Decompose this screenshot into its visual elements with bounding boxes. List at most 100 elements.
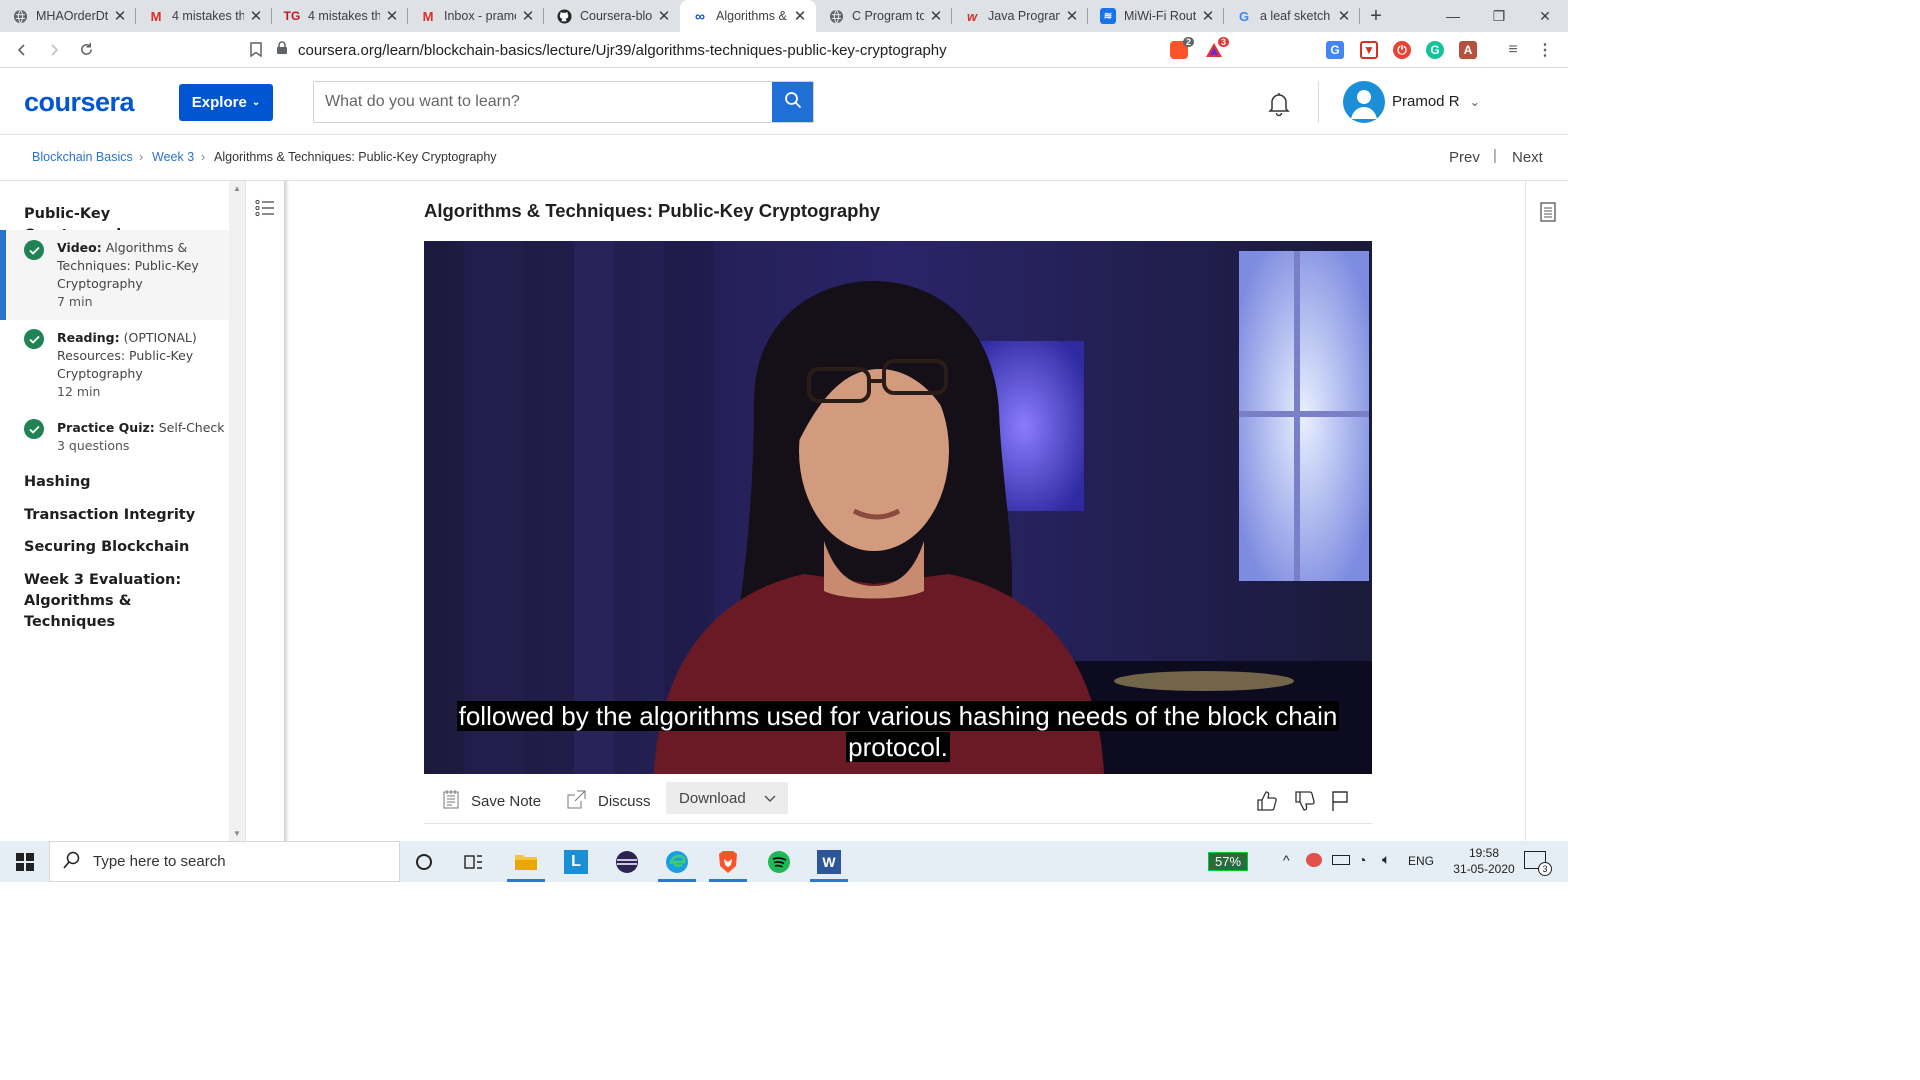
- browser-tab[interactable]: ≋ MiWi-Fi Route ✕: [1088, 0, 1224, 32]
- outline-list-icon[interactable]: [255, 199, 275, 222]
- item-title: Self-Check: [158, 420, 225, 435]
- browser-tab[interactable]: G a leaf sketch - ✕: [1224, 0, 1360, 32]
- next-link[interactable]: Next: [1512, 149, 1543, 166]
- close-window-icon[interactable]: ✕: [1522, 0, 1568, 32]
- browser-tab[interactable]: Coursera-bloc ✕: [544, 0, 680, 32]
- chevron-down-icon: [764, 790, 776, 807]
- forward-icon[interactable]: [38, 34, 70, 66]
- close-tab-icon[interactable]: ✕: [112, 7, 128, 25]
- volume-icon[interactable]: 🔈︎: [1382, 851, 1390, 868]
- brave-icon[interactable]: [705, 841, 751, 882]
- sidebar-section-transaction-integrity[interactable]: Transaction Integrity: [24, 505, 224, 526]
- right-rail: [1525, 181, 1568, 841]
- reload-icon[interactable]: [70, 34, 102, 66]
- breadcrumb-week[interactable]: Week 3: [152, 150, 194, 164]
- network-warning-icon[interactable]: [1306, 853, 1322, 867]
- language-indicator[interactable]: ENG: [1408, 854, 1434, 868]
- cortana-icon[interactable]: [401, 841, 447, 882]
- browser-tab[interactable]: M 4 mistakes tha ✕: [136, 0, 272, 32]
- prev-link[interactable]: Prev: [1449, 149, 1480, 166]
- windows-start-icon[interactable]: [0, 841, 49, 882]
- coursera-icon: ∞: [695, 8, 705, 24]
- app-l-icon[interactable]: L: [553, 841, 599, 882]
- extension-red-icon[interactable]: ⏻: [1393, 41, 1411, 59]
- taskbar-search[interactable]: Type here to search: [49, 841, 400, 882]
- sidebar-section-securing-blockchain[interactable]: Securing Blockchain: [24, 537, 224, 558]
- sidebar-item-quiz[interactable]: Practice Quiz: Self-Check 3 questions: [0, 419, 229, 455]
- bookmark-icon[interactable]: [240, 34, 272, 66]
- chevron-up-icon[interactable]: ^: [1283, 852, 1290, 868]
- sidebar-item-video[interactable]: Video: Algorithms & Techniques: Public-K…: [0, 230, 229, 320]
- eclipse-icon[interactable]: [604, 841, 650, 882]
- video-player[interactable]: followed by the algorithms used for vari…: [424, 241, 1372, 774]
- tab-title: Inbox - pramo: [444, 9, 516, 23]
- avatar[interactable]: [1343, 81, 1385, 123]
- browser-tab[interactable]: TG 4 mistakes tha ✕: [272, 0, 408, 32]
- edge-icon[interactable]: [654, 841, 700, 882]
- battery-indicator[interactable]: 57%: [1208, 852, 1249, 871]
- brave-badge: 2: [1182, 37, 1194, 47]
- close-tab-icon[interactable]: ✕: [792, 7, 808, 25]
- clock[interactable]: 19:58 31-05-2020: [1448, 845, 1520, 877]
- notifications-bell-icon[interactable]: [1266, 91, 1292, 122]
- sidebar-scrollbar[interactable]: ▲ ▼: [229, 181, 245, 841]
- translate-icon[interactable]: G: [1326, 41, 1344, 59]
- close-tab-icon[interactable]: ✕: [1200, 7, 1216, 25]
- brave-rewards-icon[interactable]: 3: [1205, 37, 1229, 59]
- search-button[interactable]: [772, 82, 813, 122]
- breadcrumb-course[interactable]: Blockchain Basics: [32, 150, 133, 164]
- download-label: Download: [679, 789, 746, 807]
- brave-shield-icon[interactable]: 2: [1170, 37, 1194, 59]
- restore-icon[interactable]: ❐: [1476, 0, 1522, 32]
- close-tab-icon[interactable]: ✕: [1064, 7, 1080, 25]
- close-tab-icon[interactable]: ✕: [656, 7, 672, 25]
- close-tab-icon[interactable]: ✕: [248, 7, 264, 25]
- menu-icon[interactable]: ⋮: [1536, 41, 1554, 59]
- thumbs-down-icon[interactable]: [1294, 790, 1316, 817]
- search-input[interactable]: [314, 82, 772, 122]
- coursera-logo[interactable]: coursera: [24, 87, 135, 118]
- close-tab-icon[interactable]: ✕: [928, 7, 944, 25]
- back-icon[interactable]: [6, 34, 38, 66]
- browser-toolbar: coursera.org/learn/blockchain-basics/lec…: [0, 32, 1568, 68]
- lock-icon: [276, 40, 288, 60]
- pocket-icon[interactable]: ▼: [1360, 41, 1378, 59]
- browser-tab[interactable]: MHAOrderDt ✕: [0, 0, 136, 32]
- task-view-icon[interactable]: [451, 841, 497, 882]
- scroll-down-icon[interactable]: ▼: [233, 829, 241, 838]
- scroll-up-icon[interactable]: ▲: [233, 184, 241, 193]
- new-tab-icon[interactable]: +: [1360, 0, 1392, 32]
- browser-tab[interactable]: C Program to ✕: [816, 0, 952, 32]
- reading-list-icon[interactable]: ≡: [1504, 41, 1522, 59]
- browser-tab-active[interactable]: ∞ Algorithms & ✕: [680, 0, 816, 32]
- wifi-signal-icon[interactable]: ◔: [1358, 852, 1366, 868]
- close-tab-icon[interactable]: ✕: [520, 7, 536, 25]
- thumbs-up-icon[interactable]: [1256, 790, 1278, 817]
- flag-icon[interactable]: [1331, 790, 1349, 817]
- sidebar-section-week3-evaluation[interactable]: Week 3 Evaluation: Algorithms & Techniqu…: [24, 570, 214, 633]
- sidebar-section-hashing[interactable]: Hashing: [24, 472, 224, 493]
- transcript-icon[interactable]: [1540, 202, 1556, 227]
- download-dropdown[interactable]: Download: [666, 782, 788, 814]
- video-caption: followed by the algorithms used for vari…: [424, 701, 1372, 763]
- user-menu[interactable]: Pramod R ⌄: [1392, 93, 1480, 110]
- course-outline-sidebar: Public-Key Cryptography Video: Algorithm…: [0, 181, 229, 841]
- discuss-button[interactable]: Discuss: [567, 790, 651, 813]
- close-tab-icon[interactable]: ✕: [384, 7, 400, 25]
- pdf-icon[interactable]: A: [1459, 41, 1477, 59]
- browser-tab[interactable]: M Inbox - pramo ✕: [408, 0, 544, 32]
- file-explorer-icon[interactable]: [503, 841, 549, 882]
- address-bar[interactable]: coursera.org/learn/blockchain-basics/lec…: [276, 35, 1246, 65]
- minimize-icon[interactable]: —: [1430, 0, 1476, 32]
- spotify-icon[interactable]: [756, 841, 802, 882]
- check-icon: [24, 419, 44, 439]
- save-note-button[interactable]: Save Note: [443, 790, 541, 813]
- browser-tab[interactable]: w Java Program ✕: [952, 0, 1088, 32]
- w-icon: w: [966, 8, 978, 24]
- close-tab-icon[interactable]: ✕: [1336, 7, 1352, 25]
- word-icon[interactable]: W: [806, 841, 852, 882]
- sidebar-item-reading[interactable]: Reading: (OPTIONAL) Resources: Public-Ke…: [0, 329, 229, 401]
- battery-icon[interactable]: [1332, 855, 1350, 865]
- explore-button[interactable]: Explore ⌄: [179, 84, 273, 121]
- grammarly-icon[interactable]: G: [1426, 41, 1444, 59]
